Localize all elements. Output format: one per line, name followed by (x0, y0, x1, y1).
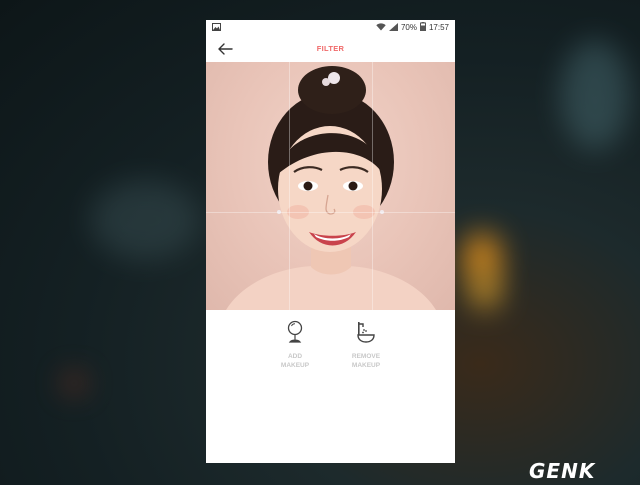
crop-guide-line (289, 62, 290, 310)
watermark-text: GENK (529, 459, 596, 483)
status-bar: 70% 17:57 (206, 20, 455, 36)
crop-guide-line (206, 212, 455, 213)
portrait-illustration (226, 66, 436, 310)
crop-guide-line (372, 62, 373, 310)
add-makeup-button[interactable]: ADD MAKEUP (270, 320, 320, 370)
portrait-photo (206, 62, 455, 310)
page-title: FILTER (316, 44, 345, 53)
background-light (468, 270, 502, 310)
app-bar: FILTER (206, 36, 455, 62)
signal-icon (388, 22, 398, 33)
mirror-icon (287, 320, 303, 343)
background-light (62, 372, 86, 394)
battery-icon (419, 22, 426, 33)
battery-percent: 70% (400, 23, 417, 32)
add-makeup-label: ADD MAKEUP (280, 353, 310, 369)
clock: 17:57 (428, 23, 449, 32)
phone-screen: 70% 17:57 FILTER ADD MAKEUP REMOVE MAKEU… (206, 20, 455, 463)
makeup-actions: ADD MAKEUP REMOVE MAKEUP (206, 320, 455, 380)
remove-makeup-button[interactable]: REMOVE MAKEUP (341, 320, 391, 370)
genk-watermark-logo: GENK (529, 457, 631, 483)
sink-icon (357, 322, 375, 343)
background-light (560, 40, 630, 150)
remove-makeup-label: REMOVE MAKEUP (351, 353, 381, 369)
background-light (90, 180, 200, 260)
image-icon (212, 23, 221, 33)
status-right-group: 70% 17:57 (376, 22, 449, 33)
wifi-icon (376, 22, 386, 33)
